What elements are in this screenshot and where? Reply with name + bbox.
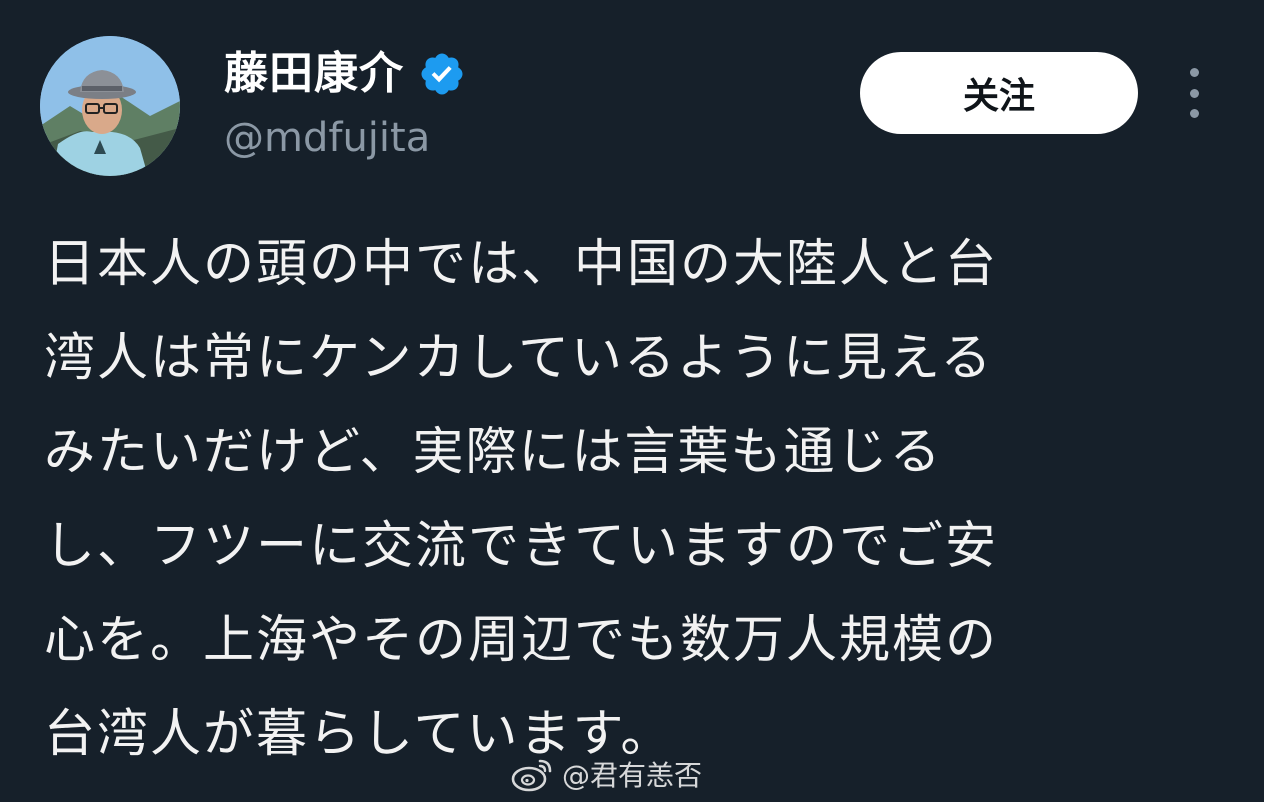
- more-dot: [1189, 109, 1199, 118]
- verified-badge-icon: [421, 53, 463, 95]
- tweet-text-line: 心を。上海やその周辺でも数万人規模の: [44, 611, 999, 670]
- weibo-logo-icon: [511, 759, 552, 792]
- tweet-text-line: みたいだけど、実際には言葉も通じる: [44, 423, 943, 482]
- tweet-text-line: 日本人の頭の中では、中国の大陸人と台: [44, 235, 999, 294]
- more-dot: [1189, 88, 1199, 98]
- more-dot: [1189, 68, 1199, 77]
- tweet-card: 藤田康介 @mdfujita 关注 日本人の頭の中では、中国の大陸人と台 湾人は…: [0, 0, 1264, 802]
- follow-button[interactable]: 关注: [860, 52, 1138, 134]
- watermark-text: @君有恙否: [562, 759, 703, 792]
- tweet-text-line: し、フツーに交流できていますのでご安: [44, 517, 999, 576]
- user-handle[interactable]: @mdfujita: [224, 112, 430, 164]
- avatar-image: [40, 36, 180, 176]
- author-name-row: 藤田康介: [224, 44, 466, 104]
- watermark: @君有恙否: [510, 752, 702, 796]
- tweet-text: 日本人の頭の中では、中国の大陸人と台 湾人は常にケンカしているように見える みた…: [44, 218, 1224, 782]
- avatar[interactable]: [40, 36, 180, 176]
- display-name[interactable]: 藤田康介: [224, 44, 404, 104]
- more-options-icon[interactable]: [1178, 68, 1210, 118]
- tweet-text-line: 湾人は常にケンカしているように見える: [44, 329, 994, 388]
